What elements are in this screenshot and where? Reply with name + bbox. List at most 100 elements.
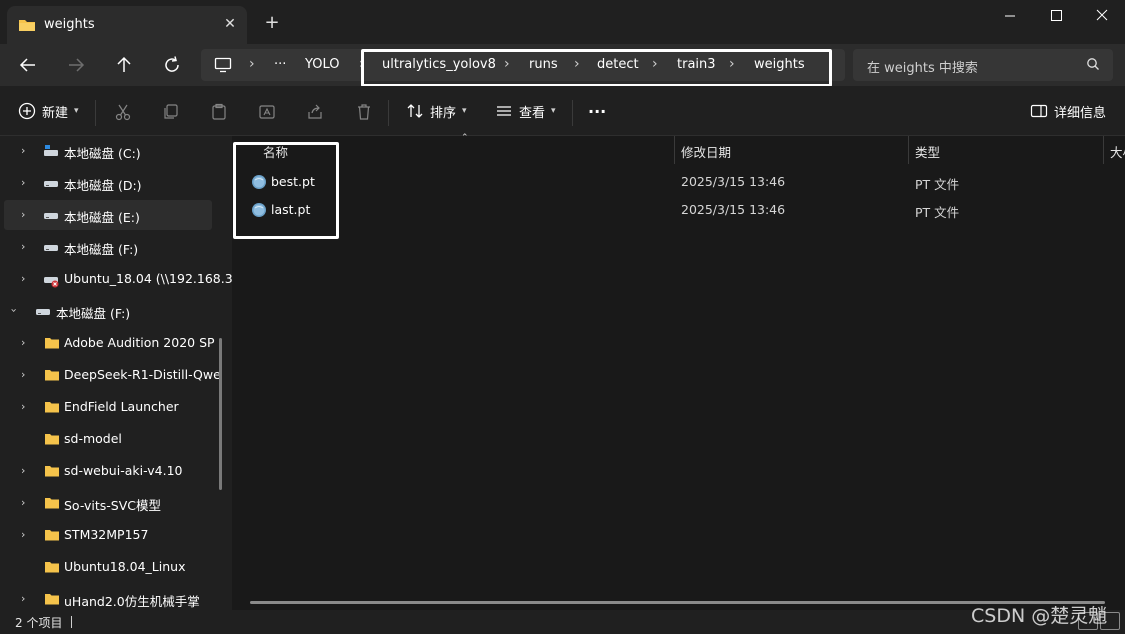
breadcrumb-yolo[interactable]: YOLO [305, 57, 339, 72]
column-header-size[interactable]: 大小 [1110, 142, 1125, 161]
sidebar-item-label: 本地磁盘 (F:) [64, 242, 139, 257]
search-box[interactable]: 在 weights 中搜索 [853, 49, 1113, 81]
refresh-button[interactable] [159, 52, 185, 78]
folder-icon [44, 560, 60, 577]
chevron-down-icon: ▾ [74, 106, 79, 116]
folder-icon [44, 368, 60, 385]
sidebar-item-folder[interactable]: › DeepSeek-R1-Distill-Qwe [0, 360, 221, 390]
tab-weights[interactable]: weights ✕ [7, 6, 247, 44]
watermark: CSDN @楚灵魈 [971, 605, 1108, 627]
new-button[interactable]: 新建 ▾ [18, 99, 79, 123]
delete-button[interactable] [355, 103, 373, 121]
column-divider[interactable] [674, 136, 675, 164]
chevron-right-icon[interactable]: › [21, 368, 25, 381]
chevron-right-icon[interactable]: › [21, 336, 25, 349]
sidebar-item-drive-e[interactable]: › 本地磁盘 (E:) [4, 200, 212, 230]
sidebar-item-label: DeepSeek-R1-Distill-Qwe [64, 367, 221, 382]
chevron-right-icon[interactable]: › [21, 528, 25, 541]
search-placeholder: 在 weights 中搜索 [867, 61, 978, 76]
sidebar-item-label: sd-model [64, 431, 122, 446]
drive-icon [43, 240, 59, 257]
sidebar-item-drive-f-expanded[interactable]: › 本地磁盘 (F:) [0, 296, 212, 326]
navigation-pane: › 本地磁盘 (C:) › 本地磁盘 (D:) › 本地磁盘 (E:) › 本地… [0, 136, 232, 610]
chevron-right-icon[interactable]: › [21, 464, 25, 477]
file-modified-date: 2025/3/15 13:46 [681, 202, 786, 217]
chevron-right-icon[interactable]: › [21, 496, 25, 509]
details-pane-button[interactable]: 详细信息 [1030, 99, 1106, 123]
share-button[interactable] [306, 103, 324, 121]
sort-button[interactable]: 排序 ▾ [406, 99, 467, 123]
tab-title: weights [44, 17, 95, 32]
sidebar-item-label: Ubuntu_18.04 (\\192.168.3 [64, 271, 232, 286]
details-pane-icon [1030, 104, 1048, 118]
column-header-type[interactable]: 类型 [915, 142, 940, 161]
folder-icon [44, 496, 60, 513]
close-window-button[interactable] [1079, 0, 1125, 32]
view-list-icon [497, 106, 511, 116]
drive-icon [43, 208, 59, 225]
status-bar: 2 个项目 [0, 610, 1125, 634]
sidebar-item-folder[interactable]: › EndField Launcher [0, 392, 212, 422]
sidebar-item-label: So-vits-SVC模型 [64, 498, 161, 513]
view-button-label: 查看 [519, 105, 546, 121]
rename-button[interactable] [258, 103, 276, 121]
forward-button[interactable] [63, 52, 89, 78]
sidebar-item-folder[interactable]: › Adobe Audition 2020 SP [0, 328, 215, 358]
sidebar-scrollbar[interactable] [219, 338, 222, 490]
sidebar-item-folder[interactable]: › So-vits-SVC模型 [0, 488, 212, 518]
close-icon [1096, 9, 1108, 21]
chevron-right-icon[interactable]: › [21, 176, 25, 189]
new-tab-button[interactable]: + [261, 12, 283, 34]
sidebar-item-folder[interactable]: › sd-webui-aki-v4.10 [0, 456, 212, 486]
sidebar-item-drive-f[interactable]: › 本地磁盘 (F:) [0, 232, 212, 262]
table-row[interactable]: last.pt 2025/3/15 13:46 PT 文件 [232, 196, 1125, 224]
maximize-button[interactable] [1033, 0, 1079, 32]
cut-button[interactable] [114, 103, 132, 121]
copy-button[interactable] [162, 103, 180, 121]
sidebar-item-drive-c[interactable]: › 本地磁盘 (C:) [0, 136, 212, 166]
view-button[interactable]: 查看 ▾ [495, 99, 556, 123]
toolbar-divider [388, 100, 389, 126]
address-highlight-annotation [361, 49, 832, 87]
search-icon [1086, 57, 1100, 74]
chevron-right-icon[interactable]: › [21, 592, 25, 605]
folder-icon [44, 464, 60, 481]
chevron-right-icon[interactable]: › [21, 272, 25, 285]
sidebar-item-folder[interactable]: Ubuntu18.04_Linux [0, 552, 212, 582]
chevron-down-icon[interactable]: › [8, 308, 21, 312]
sidebar-item-label: 本地磁盘 (E:) [64, 210, 140, 225]
file-type: PT 文件 [915, 177, 960, 192]
arrow-right-icon [69, 58, 85, 72]
sidebar-item-network-drive[interactable]: › Ubuntu_18.04 (\\192.168.3 [0, 264, 232, 294]
folder-icon [44, 336, 60, 353]
breadcrumb-overflow[interactable]: ··· [274, 57, 286, 72]
sidebar-item-folder[interactable]: › uHand2.0仿生机械手掌 [0, 584, 212, 610]
sidebar-item-folder[interactable]: › STM32MP157 [0, 520, 212, 550]
chevron-right-icon[interactable]: › [21, 144, 25, 157]
sidebar-item-drive-d[interactable]: › 本地磁盘 (D:) [0, 168, 212, 198]
item-count: 2 个项目 [15, 616, 63, 630]
file-modified-date: 2025/3/15 13:46 [681, 174, 786, 189]
sidebar-item-folder[interactable]: sd-model [0, 424, 212, 454]
more-options-button[interactable]: ··· [588, 99, 606, 123]
arrow-left-icon [19, 58, 35, 72]
close-tab-button[interactable]: ✕ [220, 14, 240, 34]
drive-icon [35, 304, 51, 321]
back-button[interactable] [15, 52, 41, 78]
sidebar-item-label: Ubuntu18.04_Linux [64, 559, 186, 574]
chevron-down-icon: ▾ [551, 106, 556, 116]
chevron-right-icon[interactable]: › [21, 240, 25, 253]
up-button[interactable] [111, 52, 137, 78]
sidebar-item-label: STM32MP157 [64, 527, 149, 542]
chevron-right-icon[interactable]: › [21, 208, 25, 221]
chevron-right-icon[interactable]: › [21, 400, 25, 413]
column-header-modified[interactable]: 修改日期 [681, 142, 731, 161]
column-divider[interactable] [908, 136, 909, 164]
minimize-button[interactable] [987, 0, 1033, 32]
file-list: ⌃ 名称 修改日期 类型 大小 best.pt 2025/3/15 13:46 … [232, 133, 1125, 610]
table-row[interactable]: best.pt 2025/3/15 13:46 PT 文件 [232, 168, 1125, 196]
toolbar-divider [572, 100, 573, 126]
paste-button[interactable] [210, 103, 228, 121]
column-divider[interactable] [1103, 136, 1104, 164]
sidebar-item-label: 本地磁盘 (F:) [56, 306, 131, 321]
